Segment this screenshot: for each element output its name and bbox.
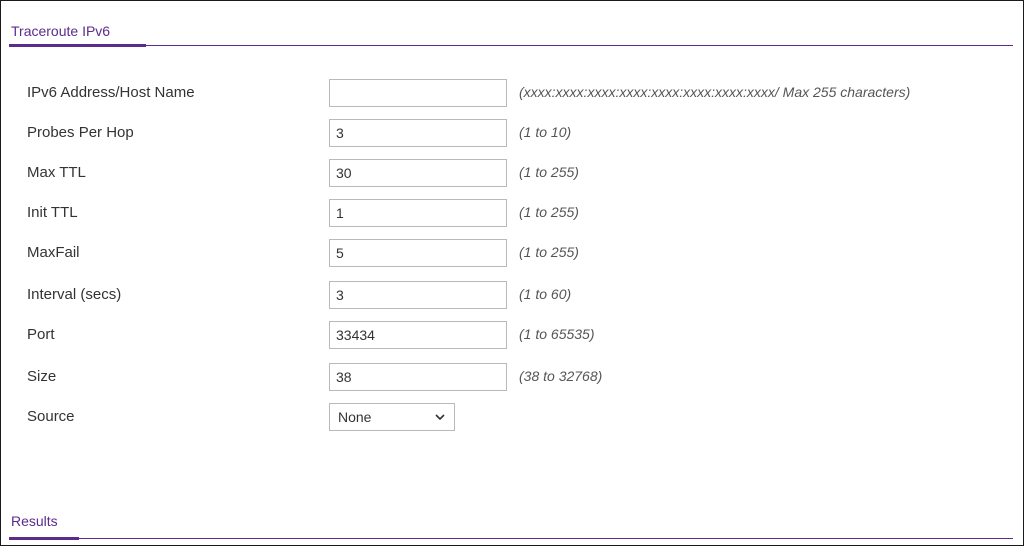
probes-per-hop-input[interactable]	[329, 119, 507, 147]
section-divider	[9, 45, 1013, 46]
port-hint: (1 to 65535)	[519, 326, 595, 342]
interval-label: Interval (secs)	[27, 286, 122, 303]
ipv6-address-hint: (xxxx:xxxx:xxxx:xxxx:xxxx:xxxx:xxxx:xxxx…	[519, 84, 911, 100]
form-row-max-ttl: Max TTL (1 to 255)	[1, 159, 1025, 189]
init-ttl-input[interactable]	[329, 199, 507, 227]
form-row-ipv6-address: IPv6 Address/Host Name (xxxx:xxxx:xxxx:x…	[1, 79, 1025, 109]
form-row-source: Source None	[1, 403, 1025, 433]
interval-hint: (1 to 60)	[519, 286, 572, 302]
maxfail-input[interactable]	[329, 239, 507, 267]
ipv6-address-input[interactable]	[329, 79, 507, 107]
form-row-port: Port (1 to 65535)	[1, 321, 1025, 351]
maxfail-label: MaxFail	[27, 244, 80, 261]
size-hint: (38 to 32768)	[519, 368, 603, 384]
form-row-interval: Interval (secs) (1 to 60)	[1, 281, 1025, 311]
maxfail-hint: (1 to 255)	[519, 244, 579, 260]
init-ttl-label: Init TTL	[27, 204, 78, 221]
interval-input[interactable]	[329, 281, 507, 309]
results-divider	[9, 538, 1013, 539]
probes-per-hop-hint: (1 to 10)	[519, 124, 572, 140]
source-select-value: None	[338, 409, 372, 425]
section-title-traceroute: Traceroute IPv6	[11, 23, 111, 39]
source-select[interactable]: None	[329, 403, 455, 431]
form-row-init-ttl: Init TTL (1 to 255)	[1, 199, 1025, 229]
port-label: Port	[27, 326, 55, 343]
max-ttl-label: Max TTL	[27, 164, 86, 181]
source-label: Source	[27, 408, 75, 425]
size-input[interactable]	[329, 363, 507, 391]
form-row-maxfail: MaxFail (1 to 255)	[1, 239, 1025, 269]
max-ttl-input[interactable]	[329, 159, 507, 187]
form-row-size: Size (38 to 32768)	[1, 363, 1025, 393]
port-input[interactable]	[329, 321, 507, 349]
probes-per-hop-label: Probes Per Hop	[27, 124, 134, 141]
section-title-results: Results	[11, 513, 58, 529]
max-ttl-hint: (1 to 255)	[519, 164, 579, 180]
ipv6-address-label: IPv6 Address/Host Name	[27, 84, 195, 101]
traceroute-panel: Traceroute IPv6 IPv6 Address/Host Name (…	[0, 0, 1024, 546]
size-label: Size	[27, 368, 57, 385]
init-ttl-hint: (1 to 255)	[519, 204, 579, 220]
section-title-underline	[9, 44, 146, 47]
form-row-probes-per-hop: Probes Per Hop (1 to 10)	[1, 119, 1025, 149]
chevron-down-icon	[435, 414, 445, 421]
results-title-underline	[9, 537, 79, 540]
